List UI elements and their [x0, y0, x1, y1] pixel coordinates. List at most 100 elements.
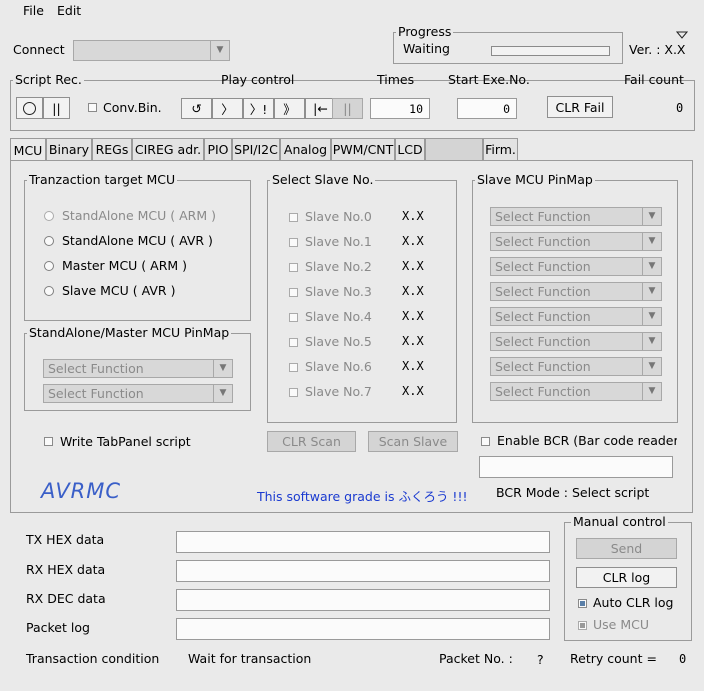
- radio-standalone-arm[interactable]: [44, 211, 54, 221]
- avrmc-logo: AVRMC: [41, 479, 122, 503]
- tab-binary[interactable]: Binary: [46, 138, 92, 160]
- label-slave-avr: Slave MCU ( AVR ): [62, 283, 176, 298]
- packet-no-value: ?: [537, 652, 544, 667]
- tab-pio[interactable]: PIO: [204, 138, 232, 160]
- tab-firm[interactable]: Firm.: [483, 138, 518, 160]
- select-function-text: Select Function: [495, 234, 591, 249]
- clr-log-button[interactable]: CLR log: [576, 567, 677, 588]
- slave-function-select-0[interactable]: Select Function ▼: [490, 207, 662, 226]
- slave-function-select-4[interactable]: Select Function ▼: [490, 307, 662, 326]
- pause-record-button[interactable]: ||: [43, 97, 70, 119]
- tab-empty[interactable]: [425, 138, 483, 160]
- clr-fail-button[interactable]: CLR Fail: [547, 96, 613, 118]
- slave-3-checkbox[interactable]: [289, 288, 298, 297]
- tab-pwm-cnt[interactable]: PWM/CNT: [331, 138, 395, 160]
- auto-clr-log-checkbox[interactable]: [578, 599, 587, 608]
- conv-bin-checkbox[interactable]: [88, 103, 97, 112]
- radio-slave-avr[interactable]: [44, 286, 54, 296]
- use-mcu-checkbox[interactable]: [578, 621, 587, 630]
- slave-4-value: X.X: [402, 309, 424, 323]
- packet-log-label: Packet log: [26, 620, 90, 635]
- select-function-text: Select Function: [48, 361, 144, 376]
- label-master-arm: Master MCU ( ARM ): [62, 258, 188, 273]
- menu-file[interactable]: File: [23, 3, 44, 18]
- chevron-down-icon: ▼: [642, 333, 661, 350]
- tx-hex-label: TX HEX data: [26, 532, 105, 547]
- standalone-function-select-1[interactable]: Select Function ▼: [43, 359, 233, 378]
- tab-mcu[interactable]: MCU: [10, 138, 46, 161]
- target-mcu-title: Tranzaction target MCU: [27, 172, 178, 187]
- select-function-text: Select Function: [495, 384, 591, 399]
- select-function-text: Select Function: [495, 209, 591, 224]
- fast-forward-button[interactable]: 》: [274, 98, 305, 119]
- slave-0-label: Slave No.0: [305, 209, 372, 224]
- progress-status: Waiting: [403, 41, 450, 56]
- play-once-icon: 〉!: [249, 102, 268, 117]
- tab-cireg[interactable]: CIREG adr.: [132, 138, 204, 160]
- slave-6-checkbox[interactable]: [289, 363, 298, 372]
- standalone-function-select-2[interactable]: Select Function ▼: [43, 384, 233, 403]
- rewind-icon: |←: [313, 101, 328, 116]
- slave-1-value: X.X: [402, 234, 424, 248]
- pause-play-button[interactable]: ||: [332, 98, 363, 119]
- slave-2-checkbox[interactable]: [289, 263, 298, 272]
- target-mcu-group: Tranzaction target MCU: [24, 172, 251, 321]
- enable-bcr-checkbox[interactable]: [481, 437, 490, 446]
- clr-scan-button[interactable]: CLR Scan: [267, 431, 356, 452]
- scan-slave-button[interactable]: Scan Slave: [368, 431, 458, 452]
- tab-spi-i2c[interactable]: SPI/I2C: [232, 138, 280, 160]
- slave-1-checkbox[interactable]: [289, 238, 298, 247]
- tab-lcd[interactable]: LCD: [395, 138, 425, 160]
- tab-analog[interactable]: Analog: [280, 138, 331, 160]
- select-function-text: Select Function: [495, 309, 591, 324]
- write-tabpanel-checkbox[interactable]: [44, 437, 53, 446]
- select-function-text: Select Function: [495, 284, 591, 299]
- radio-standalone-avr[interactable]: [44, 236, 54, 246]
- slave-function-select-6[interactable]: Select Function ▼: [490, 357, 662, 376]
- slave-function-select-1[interactable]: Select Function ▼: [490, 232, 662, 251]
- slave-0-value: X.X: [402, 209, 424, 223]
- radio-master-arm[interactable]: [44, 261, 54, 271]
- play-control-title: Play control: [221, 72, 295, 87]
- progress-group: Progress Waiting: [393, 24, 623, 64]
- slave-function-select-5[interactable]: Select Function ▼: [490, 332, 662, 351]
- label-standalone-arm: StandAlone MCU ( ARM ): [62, 208, 216, 223]
- tab-regs[interactable]: REGs: [92, 138, 132, 160]
- write-tabpanel-label: Write TabPanel script: [60, 434, 191, 449]
- rx-dec-input[interactable]: [176, 589, 550, 611]
- slave-select-title: Select Slave No.: [270, 172, 376, 187]
- slave-4-checkbox[interactable]: [289, 313, 298, 322]
- slave-7-checkbox[interactable]: [289, 388, 298, 397]
- record-button[interactable]: [16, 97, 43, 119]
- collapse-arrow-icon[interactable]: [675, 27, 689, 39]
- chevron-down-icon: ▼: [642, 233, 661, 250]
- send-button[interactable]: Send: [576, 538, 677, 559]
- play-once-button[interactable]: 〉!: [243, 98, 274, 119]
- slave-4-label: Slave No.4: [305, 309, 372, 324]
- slave-5-checkbox[interactable]: [289, 338, 298, 347]
- chevron-down-icon: ▼: [642, 383, 661, 400]
- bcr-input[interactable]: [479, 456, 673, 478]
- play-loop-button[interactable]: ↺: [181, 98, 212, 119]
- packet-log-input[interactable]: [176, 618, 550, 640]
- slave-function-select-3[interactable]: Select Function ▼: [490, 282, 662, 301]
- select-function-text: Select Function: [495, 334, 591, 349]
- slave-0-checkbox[interactable]: [289, 213, 298, 222]
- connect-select[interactable]: ▼: [73, 40, 230, 61]
- progress-title: Progress: [396, 24, 454, 39]
- conv-bin-label: Conv.Bin.: [103, 100, 162, 115]
- transaction-value: Wait for transaction: [188, 651, 312, 666]
- slave-function-select-7[interactable]: Select Function ▼: [490, 382, 662, 401]
- chevron-down-icon: ▼: [642, 358, 661, 375]
- play-step-button[interactable]: 〉: [212, 98, 243, 119]
- tx-hex-input[interactable]: [176, 531, 550, 553]
- menu-edit[interactable]: Edit: [57, 3, 81, 18]
- slave-2-value: X.X: [402, 259, 424, 273]
- use-mcu-label: Use MCU: [593, 617, 649, 632]
- times-input[interactable]: 10: [370, 98, 430, 119]
- start-exe-input[interactable]: 0: [457, 98, 517, 119]
- slave-6-label: Slave No.6: [305, 359, 372, 374]
- slave-function-select-2[interactable]: Select Function ▼: [490, 257, 662, 276]
- rx-hex-input[interactable]: [176, 560, 550, 582]
- fail-count-value: 0: [676, 101, 684, 115]
